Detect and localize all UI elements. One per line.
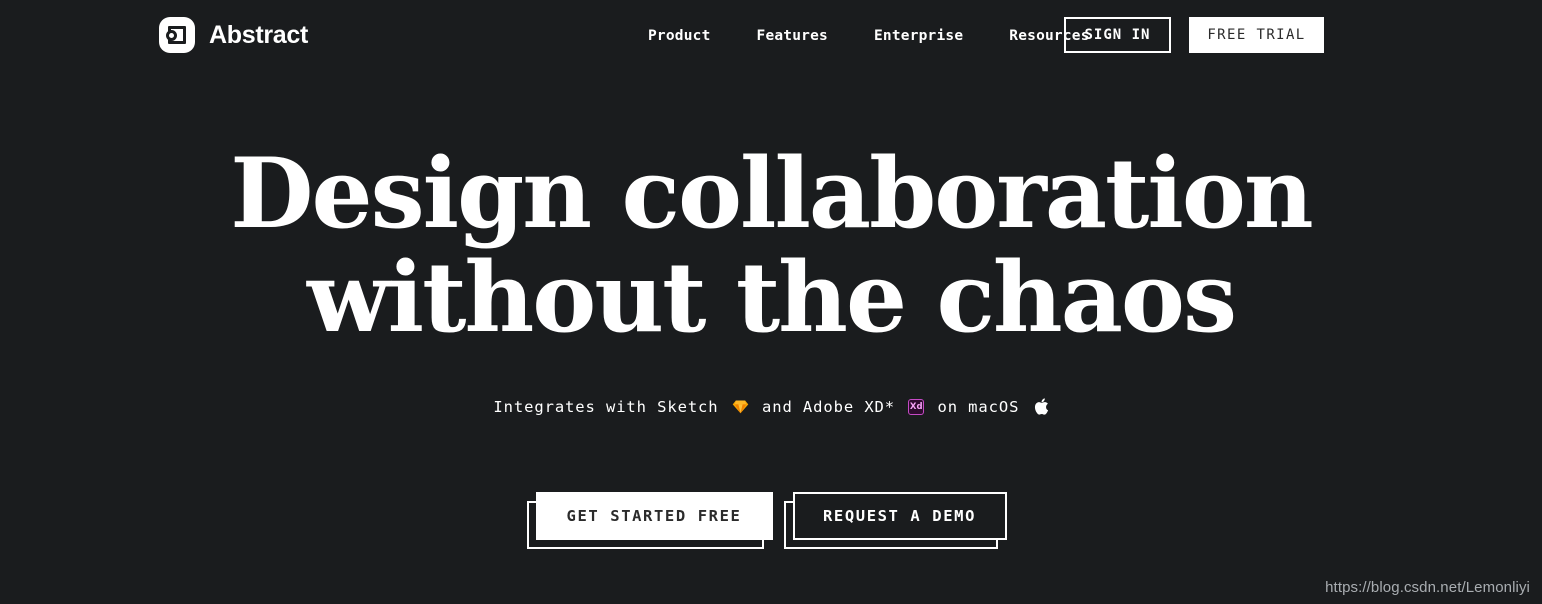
hero-subtitle: Integrates with Sketch and Adobe XD* Xd … <box>0 398 1542 416</box>
adobe-xd-icon: Xd <box>908 398 925 415</box>
sketch-diamond-icon <box>732 400 749 414</box>
request-demo-button-wrap: REQUEST A DEMO <box>783 492 1007 549</box>
request-a-demo-button[interactable]: REQUEST A DEMO <box>792 492 1007 540</box>
subtitle-text-part-1: Integrates with Sketch <box>493 398 719 416</box>
headline-line-1: Design collaboration <box>230 137 1313 250</box>
apple-logo-icon <box>1034 398 1048 415</box>
hero-cta-row: GET STARTED FREE REQUEST A DEMO <box>0 492 1542 549</box>
get-started-free-button[interactable]: GET STARTED FREE <box>535 492 773 540</box>
page-title: Design collaboration without the chaos <box>0 142 1542 349</box>
subtitle-text-part-3: on macOS <box>937 398 1020 416</box>
get-started-button-wrap: GET STARTED FREE <box>526 492 773 549</box>
headline-line-2: without the chaos <box>306 240 1237 354</box>
watermark-url: https://blog.csdn.net/Lemonliyi <box>1325 579 1530 596</box>
hero-section: Design collaboration without the chaos I… <box>0 0 1542 604</box>
subtitle-text-part-2: and Adobe XD* <box>762 398 896 416</box>
